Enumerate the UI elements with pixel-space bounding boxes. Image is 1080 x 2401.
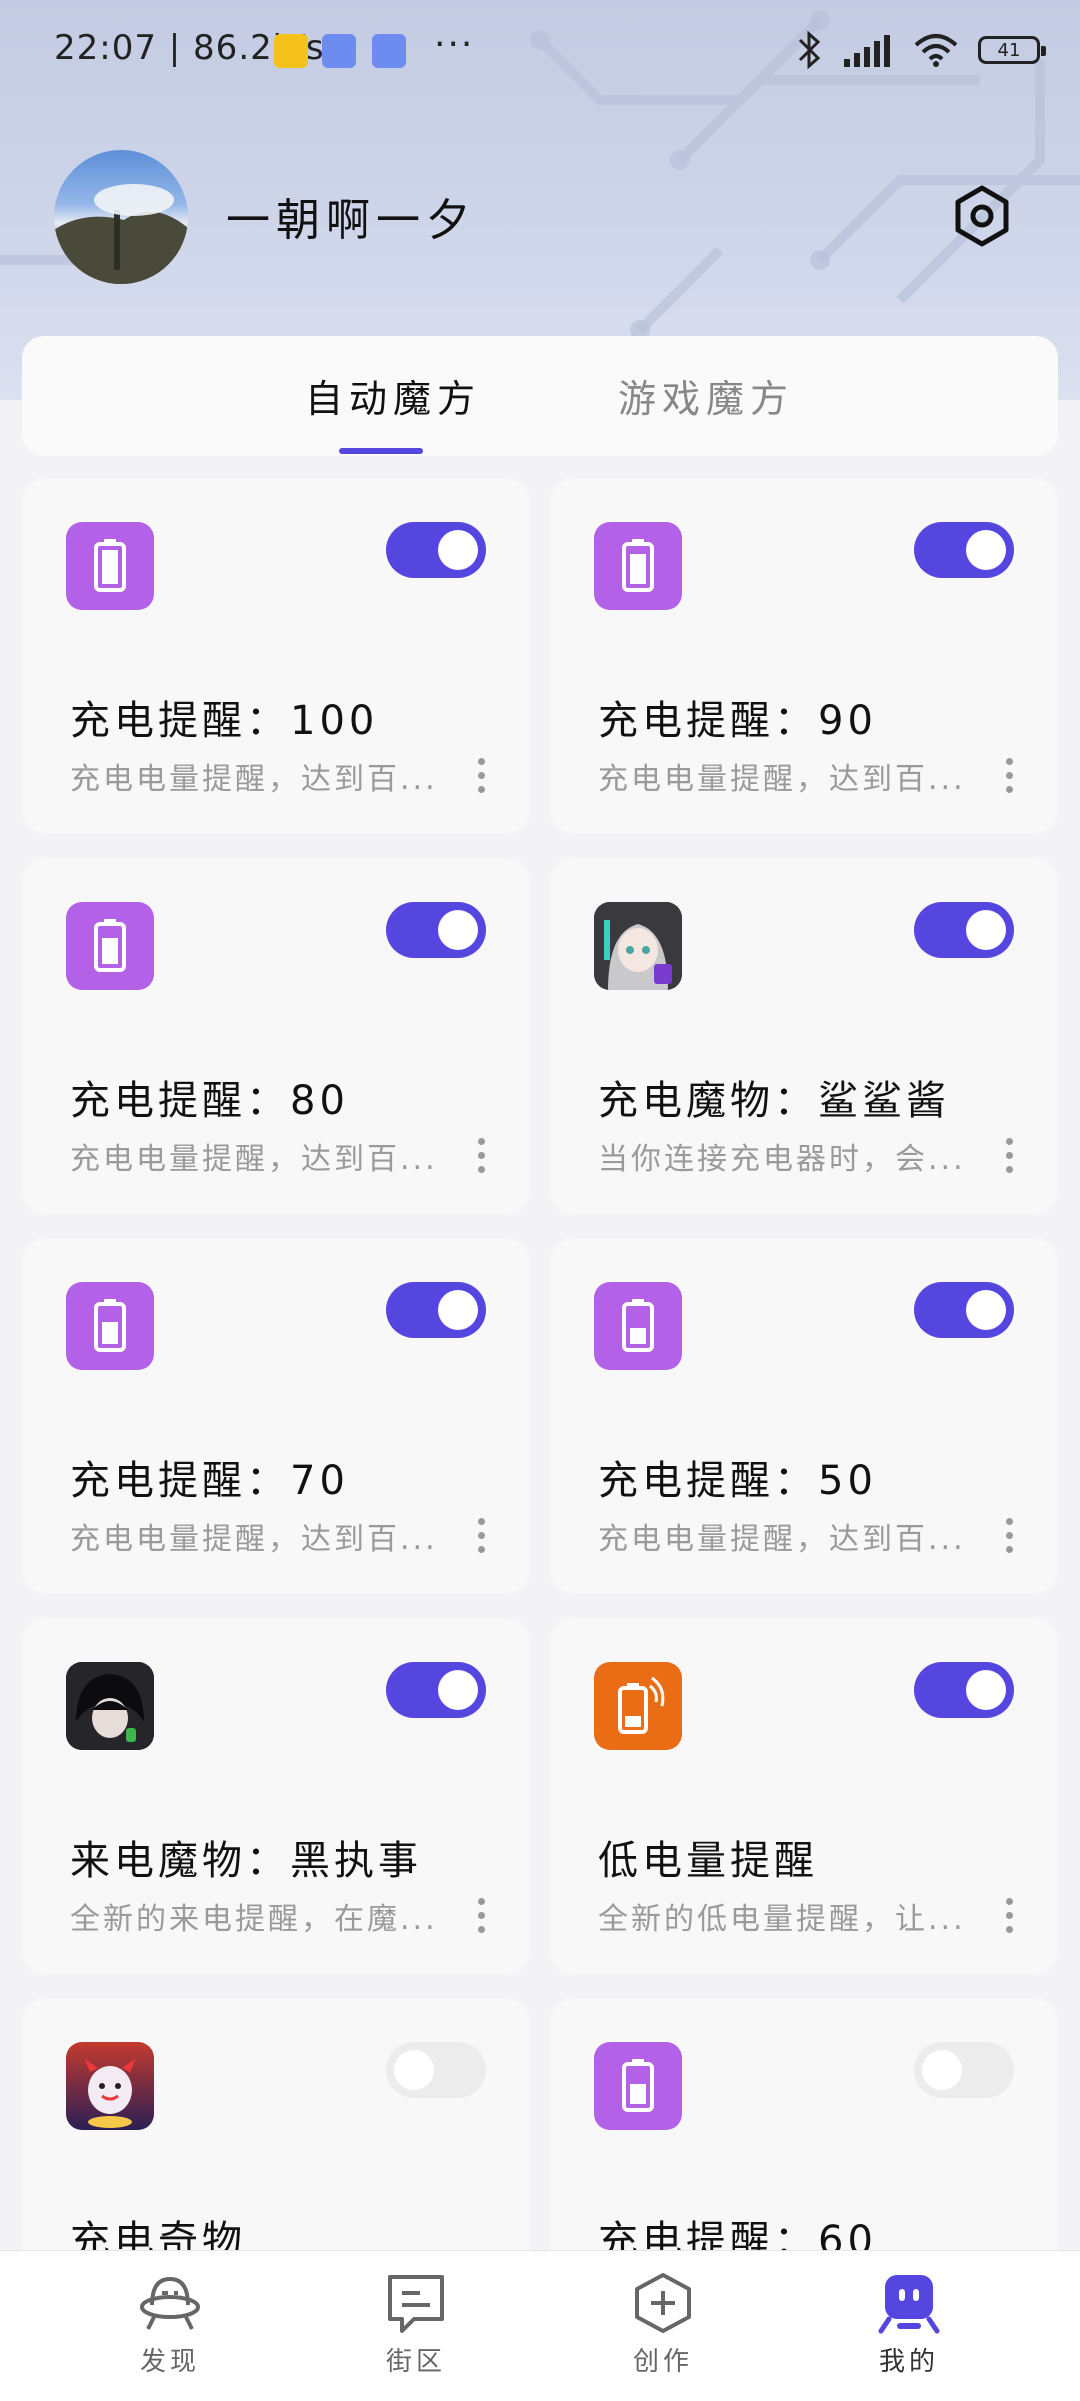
- nav-label: 发现: [139, 2347, 200, 2377]
- card-description: 充电电量提醒，达到百...: [70, 1522, 438, 1557]
- black-butler-avatar: [66, 1662, 154, 1750]
- more-options-icon[interactable]: [478, 1138, 486, 1174]
- cube-card[interactable]: 来电魔物：黑执事 全新的来电提醒，在魔...: [22, 1618, 530, 1974]
- cube-card[interactable]: 低电量提醒 全新的低电量提醒，让...: [550, 1618, 1058, 1974]
- notification-app-icon: [274, 34, 308, 68]
- add-hexagon-icon: [635, 2273, 691, 2333]
- card-title: 充电魔物：鲨鲨酱: [598, 1078, 950, 1124]
- card-title: 充电提醒：90: [598, 698, 877, 744]
- chat-bubble-icon: [388, 2275, 444, 2333]
- bluetooth-icon: [798, 30, 821, 70]
- card-description: 全新的低电量提醒，让...: [598, 1902, 966, 1937]
- nav-discover[interactable]: 发现: [110, 2271, 230, 2378]
- card-title: 充电提醒：80: [70, 1078, 349, 1124]
- card-description: 充电电量提醒，达到百...: [598, 762, 966, 797]
- anime-girl-avatar: [594, 902, 682, 990]
- devil-mascot-icon: [66, 2042, 154, 2130]
- card-description: 充电电量提醒，达到百...: [598, 1522, 966, 1557]
- nav-label: 街区: [385, 2347, 446, 2377]
- settings-hexagon-icon[interactable]: [950, 184, 1014, 248]
- nav-label: 创作: [632, 2347, 693, 2377]
- enable-toggle[interactable]: [914, 2042, 1014, 2098]
- battery-60-icon: [594, 2042, 682, 2130]
- notification-app-icon: [322, 34, 356, 68]
- bottom-navigation: 发现 街区 创作 我的: [0, 2250, 1080, 2401]
- notification-app-icon: [372, 34, 406, 68]
- card-title: 低电量提醒: [598, 1838, 818, 1884]
- enable-toggle[interactable]: [386, 1662, 486, 1718]
- username: 一朝啊一夕: [226, 195, 476, 246]
- tab-game-cube[interactable]: 游戏魔方: [618, 368, 794, 423]
- robot-face-icon: [878, 2275, 940, 2334]
- battery-half-icon: [594, 1282, 682, 1370]
- cube-card[interactable]: 充电魔物：鲨鲨酱 当你连接充电器时，会...: [550, 858, 1058, 1214]
- cube-card[interactable]: 充电提醒：80 充电电量提醒，达到百...: [22, 858, 530, 1214]
- enable-toggle[interactable]: [914, 522, 1014, 578]
- tab-bar: 自动魔方 游戏魔方: [22, 336, 1058, 456]
- cube-card[interactable]: 充电提醒：90 充电电量提醒，达到百...: [550, 478, 1058, 834]
- card-title: 充电提醒：70: [70, 1458, 349, 1504]
- wifi-icon: [914, 34, 958, 67]
- nav-label: 我的: [878, 2347, 939, 2377]
- nav-create[interactable]: 创作: [603, 2271, 723, 2378]
- battery-full-icon: [594, 522, 682, 610]
- status-bar: 22:07 | 86.2k/s ··· 41: [0, 0, 1080, 100]
- cube-card[interactable]: 充电提醒：70 充电电量提醒，达到百...: [22, 1238, 530, 1594]
- enable-toggle[interactable]: [386, 902, 486, 958]
- active-tab-indicator: [339, 448, 423, 454]
- card-description: 全新的来电提醒，在魔...: [70, 1902, 438, 1937]
- more-options-icon[interactable]: [1006, 1898, 1014, 1934]
- card-title: 充电提醒：50: [598, 1458, 877, 1504]
- enable-toggle[interactable]: [386, 1282, 486, 1338]
- more-options-icon[interactable]: [1006, 1138, 1014, 1174]
- battery-level: 41: [997, 39, 1021, 61]
- card-title: 来电魔物：黑执事: [70, 1838, 422, 1884]
- more-options-icon[interactable]: [1006, 1518, 1014, 1554]
- battery-full-icon: [66, 522, 154, 610]
- more-notifications-icon: ···: [434, 24, 475, 65]
- more-options-icon[interactable]: [478, 758, 486, 794]
- battery-indicator: 41: [978, 36, 1046, 64]
- ufo-icon: [140, 2276, 200, 2330]
- more-options-icon[interactable]: [478, 1898, 486, 1934]
- cube-card[interactable]: 充电提醒：100 充电电量提醒，达到百...: [22, 478, 530, 834]
- battery-high-icon: [66, 902, 154, 990]
- more-options-icon[interactable]: [1006, 758, 1014, 794]
- card-description: 当你连接充电器时，会...: [598, 1142, 966, 1177]
- enable-toggle[interactable]: [914, 1282, 1014, 1338]
- more-options-icon[interactable]: [478, 1518, 486, 1554]
- low-battery-signal-icon: [594, 1662, 682, 1750]
- nav-community[interactable]: 街区: [356, 2271, 476, 2378]
- enable-toggle[interactable]: [386, 522, 486, 578]
- card-description: 充电电量提醒，达到百...: [70, 762, 438, 797]
- card-title: 充电提醒：100: [70, 698, 379, 744]
- signal-icon: [844, 35, 890, 67]
- enable-toggle[interactable]: [914, 1662, 1014, 1718]
- battery-mid-icon: [66, 1282, 154, 1370]
- enable-toggle[interactable]: [914, 902, 1014, 958]
- cube-card[interactable]: 充电提醒：50 充电电量提醒，达到百...: [550, 1238, 1058, 1594]
- enable-toggle[interactable]: [386, 2042, 486, 2098]
- avatar[interactable]: [54, 150, 188, 284]
- nav-mine[interactable]: 我的: [849, 2271, 969, 2378]
- card-description: 充电电量提醒，达到百...: [70, 1142, 438, 1177]
- tab-auto-cube[interactable]: 自动魔方: [305, 368, 481, 423]
